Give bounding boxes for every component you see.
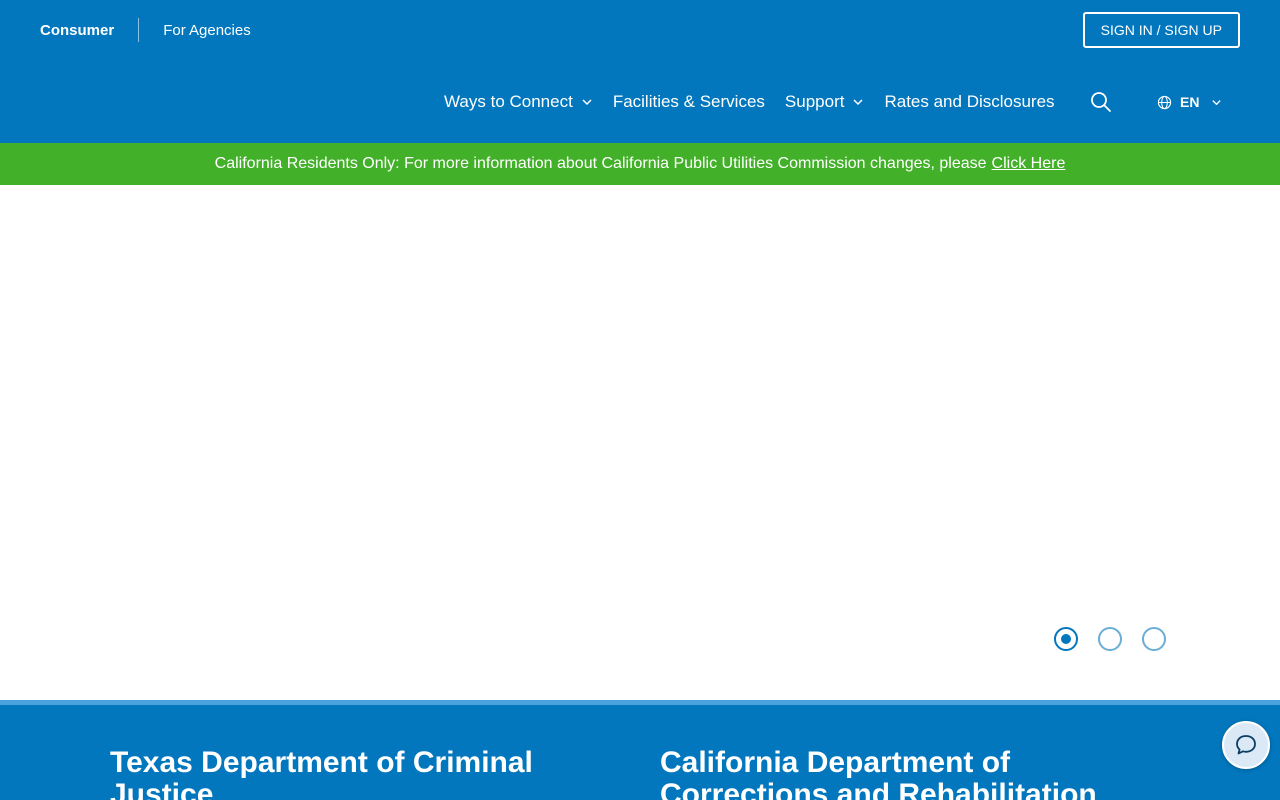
site-header: Consumer For Agencies SIGN IN / SIGN UP …	[0, 0, 1280, 143]
audience-consumer-link[interactable]: Consumer	[40, 22, 114, 39]
chevron-down-icon	[582, 99, 592, 106]
facility-title-texas[interactable]: Texas Department of Criminal Justice	[110, 747, 590, 800]
chevron-down-icon	[853, 99, 863, 106]
facility-title-california[interactable]: California Department of Corrections and…	[660, 747, 1140, 800]
search-icon[interactable]	[1089, 90, 1113, 114]
nav-facilities-services-label: Facilities & Services	[612, 92, 765, 111]
nav-ways-to-connect[interactable]: Ways to Connect	[444, 92, 593, 112]
carousel-indicators	[1054, 627, 1166, 651]
main-nav: Ways to Connect Facilities & Services Su…	[444, 90, 1075, 114]
chat-bubble-icon	[1236, 735, 1256, 755]
carousel-dot-1[interactable]	[1054, 627, 1078, 651]
audience-divider	[138, 18, 140, 42]
chevron-down-icon	[1212, 99, 1222, 105]
nav-support[interactable]: Support	[785, 92, 865, 112]
chat-button[interactable]	[1222, 721, 1270, 769]
nav-rates-disclosures[interactable]: Rates and Disclosures	[884, 92, 1054, 112]
featured-facilities: Texas Department of Criminal Justice Cal…	[0, 700, 1280, 800]
globe-icon	[1157, 95, 1172, 109]
hero-carousel	[0, 185, 1280, 700]
nav-rates-disclosures-label: Rates and Disclosures	[884, 92, 1055, 111]
language-selector[interactable]: EN	[1157, 92, 1222, 112]
banner-click-here-link[interactable]: Click Here	[992, 155, 1066, 173]
nav-facilities-services[interactable]: Facilities & Services	[613, 92, 765, 112]
carousel-dot-2[interactable]	[1098, 627, 1122, 651]
sign-in-button[interactable]: SIGN IN / SIGN UP	[1082, 12, 1240, 48]
nav-ways-to-connect-label: Ways to Connect	[444, 92, 573, 111]
audience-switcher: Consumer For Agencies	[40, 18, 251, 42]
banner-text: California Residents Only: For more info…	[214, 155, 987, 172]
nav-support-label: Support	[784, 92, 845, 111]
audience-agencies-link[interactable]: For Agencies	[163, 22, 251, 39]
carousel-dot-3[interactable]	[1142, 627, 1166, 651]
language-label: EN	[1180, 94, 1200, 110]
california-notice-banner: California Residents Only: For more info…	[0, 143, 1280, 185]
